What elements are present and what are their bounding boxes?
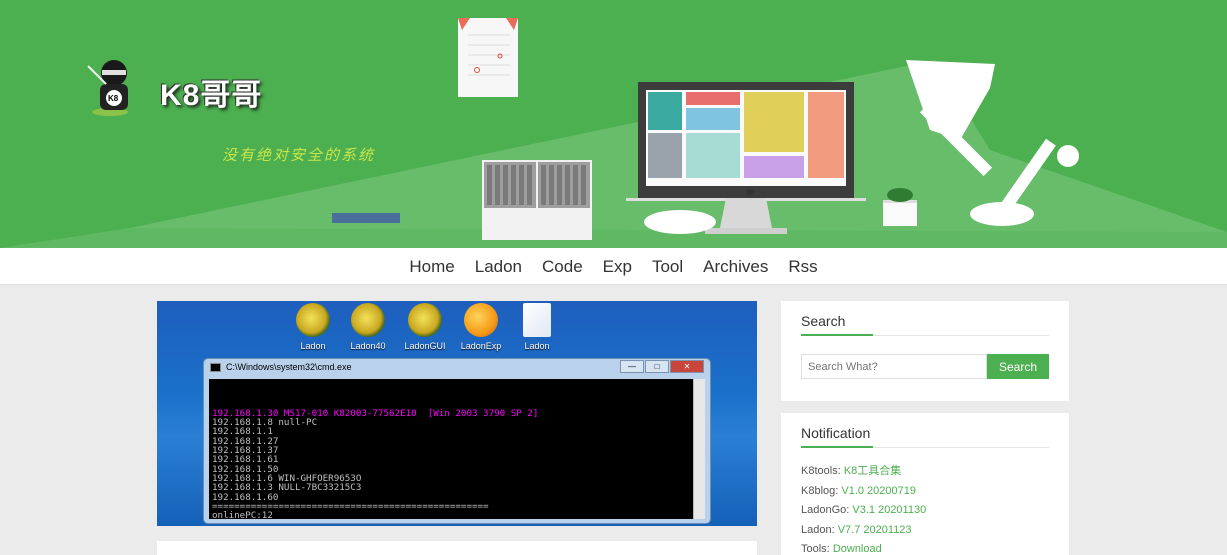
- desktop-shortcut[interactable]: Ladon40: [340, 303, 396, 351]
- search-form: Search: [801, 354, 1049, 379]
- featured-image[interactable]: Ladon Ladon40 LadonGUI LadonExp Ladon C:\Win…: [157, 301, 757, 526]
- window-controls: — □ ✕: [620, 360, 704, 373]
- notification-item: K8tools: K8工具合集: [801, 462, 1049, 482]
- site-logo[interactable]: K8: [82, 56, 152, 118]
- search-button[interactable]: Search: [987, 354, 1049, 379]
- cmd-line: onlinePC:12: [212, 510, 273, 519]
- document-illustration: [458, 18, 518, 97]
- server-illustration: [482, 160, 592, 240]
- cmd-title-text: C:\Windows\system32\cmd.exe: [226, 362, 352, 372]
- desktop-shortcut[interactable]: Ladon: [285, 303, 341, 351]
- nav-item-rss[interactable]: Rss: [778, 257, 827, 277]
- notification-name: K8blog:: [801, 484, 839, 497]
- search-widget-title: Search: [801, 313, 1049, 336]
- cmd-line: 192.168.1.37: [212, 445, 279, 457]
- banner-illustration: [0, 18, 1227, 248]
- ladon-icon: [296, 303, 330, 337]
- desktop-shortcut-label: LadonExp: [460, 341, 502, 351]
- cmd-titlebar: C:\Windows\system32\cmd.exe — □ ✕: [204, 359, 710, 376]
- notification-name: Tools:: [801, 543, 830, 555]
- ladon-icon: [408, 303, 442, 337]
- notification-item: LadonGo: V3.1 20201130: [801, 501, 1049, 521]
- notification-link[interactable]: Download: [833, 543, 882, 555]
- cmd-app-icon: [210, 363, 221, 372]
- notification-item: K8blog: V1.0 20200719: [801, 482, 1049, 502]
- search-input[interactable]: [801, 354, 987, 379]
- notification-link[interactable]: V7.7 20201123: [838, 524, 912, 536]
- notification-name: LadonGo:: [801, 504, 850, 516]
- notification-list: K8tools: K8工具合集 K8blog: V1.0 20200719 Lado…: [801, 462, 1049, 555]
- notification-name: K8tools:: [801, 465, 841, 477]
- header-banner: K8 K8哥哥 没有绝对安全的系统: [0, 0, 1227, 248]
- notification-item: Tools: Download: [801, 540, 1049, 555]
- nav-item-tool[interactable]: Tool: [642, 257, 693, 277]
- dragonball-icon: [464, 303, 498, 337]
- cmd-line: ========================================…: [212, 500, 489, 512]
- powershell-script-icon: [523, 303, 551, 337]
- close-icon: ✕: [670, 360, 704, 373]
- site-title[interactable]: K8哥哥: [160, 70, 262, 114]
- nav-item-ladon[interactable]: Ladon: [465, 257, 532, 277]
- cmd-output: 192.168.1.30 MS17-010 K8200З-77562E10 [W…: [209, 379, 705, 519]
- notification-item: Ladon: V7.7 20201123: [801, 521, 1049, 541]
- ninja-logo-icon: K8: [87, 60, 128, 116]
- notification-widget: Notification K8tools: K8工具合集 K8blog: V1.0…: [781, 413, 1069, 555]
- desktop-shortcut-label: Ladon: [524, 341, 550, 351]
- desktop-shortcut-label: LadonGUI: [404, 341, 446, 351]
- cmd-line: 192.168.1.1: [212, 426, 273, 438]
- cmd-line: 192.168.1.27: [212, 435, 279, 447]
- nav-item-code[interactable]: Code: [532, 257, 593, 277]
- notification-link[interactable]: V1.0 20200719: [841, 485, 916, 497]
- cmd-scrollbar: [693, 379, 705, 519]
- site-tagline: 没有绝对安全的系统: [222, 146, 376, 164]
- notification-widget-title: Notification: [801, 425, 1049, 448]
- notification-name: Ladon:: [801, 523, 835, 536]
- cmd-line: 192.168.1.8 null-PC: [212, 417, 318, 429]
- cmd-window: C:\Windows\system32\cmd.exe — □ ✕ 192.16…: [203, 358, 711, 524]
- desktop-shortcut[interactable]: LadonGUI: [397, 303, 453, 351]
- desktop-shortcut[interactable]: LadonExp: [453, 303, 509, 351]
- nav-item-home[interactable]: Home: [399, 257, 464, 277]
- search-widget: Search Search: [781, 301, 1069, 401]
- ladon-icon: [351, 303, 385, 337]
- post-card: [157, 541, 757, 555]
- cmd-line: 192.168.1.3 NULL-7BC33215C3: [212, 482, 362, 494]
- nav-item-archives[interactable]: Archives: [693, 257, 778, 277]
- svg-text:K8: K8: [108, 94, 119, 103]
- cmd-line: 192.168.1.61: [212, 454, 279, 466]
- notification-link[interactable]: K8工具合集: [844, 465, 901, 477]
- notification-link[interactable]: V3.1 20201130: [852, 504, 926, 516]
- desktop-shortcut[interactable]: Ladon: [509, 303, 565, 351]
- plant-illustration: [883, 188, 917, 226]
- nav-list: Home Ladon Code Exp Tool Archives Rss: [399, 257, 827, 277]
- minimize-icon: —: [620, 360, 644, 373]
- desktop-shortcut-label: Ladon40: [350, 341, 386, 351]
- nav-item-exp[interactable]: Exp: [593, 257, 642, 277]
- desktop-shortcut-label: Ladon: [300, 341, 326, 351]
- maximize-icon: □: [645, 360, 669, 373]
- decorative-bar: [332, 213, 400, 223]
- main-nav: Home Ladon Code Exp Tool Archives Rss: [0, 248, 1227, 285]
